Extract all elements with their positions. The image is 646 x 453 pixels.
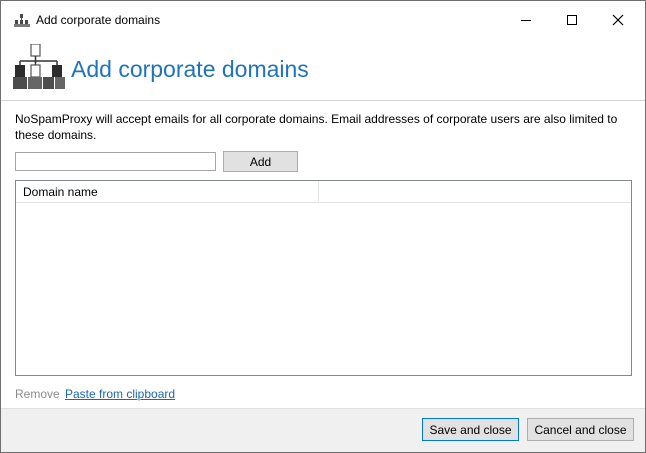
column-header-domain-name[interactable]: Domain name xyxy=(16,181,319,202)
network-hierarchy-icon xyxy=(13,44,65,89)
dialog-window: Add corporate domains Add corporate doma… xyxy=(0,0,646,453)
cancel-and-close-button[interactable]: Cancel and close xyxy=(527,418,634,441)
dialog-footer: Save and close Cancel and close xyxy=(1,408,645,452)
remove-link[interactable]: Remove xyxy=(15,387,60,401)
minimize-button[interactable] xyxy=(503,1,549,39)
domain-input[interactable] xyxy=(15,152,216,171)
description-text: NoSpamProxy will accept emails for all c… xyxy=(15,112,618,142)
minimize-icon xyxy=(521,20,531,21)
close-icon xyxy=(612,14,624,26)
maximize-button[interactable] xyxy=(549,1,595,39)
save-and-close-button[interactable]: Save and close xyxy=(422,418,519,441)
app-icon xyxy=(14,14,30,27)
paste-from-clipboard-link[interactable]: Paste from clipboard xyxy=(65,387,175,401)
page-title: Add corporate domains xyxy=(71,56,309,82)
close-button[interactable] xyxy=(595,1,641,39)
title-bar: Add corporate domains xyxy=(1,1,645,39)
domain-list[interactable]: Domain name xyxy=(15,180,632,376)
list-header: Domain name xyxy=(16,181,631,203)
dialog-header: Add corporate domains xyxy=(1,39,645,99)
maximize-icon xyxy=(567,15,577,25)
column-header-label: Domain name xyxy=(23,185,98,199)
add-button[interactable]: Add xyxy=(223,151,298,172)
header-divider xyxy=(1,100,645,101)
window-title: Add corporate domains xyxy=(36,13,161,27)
